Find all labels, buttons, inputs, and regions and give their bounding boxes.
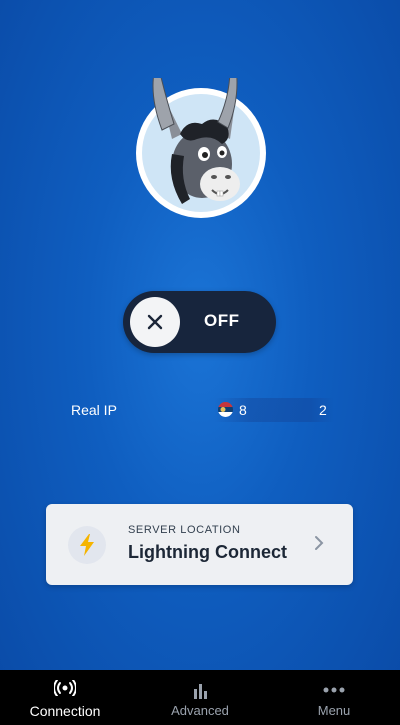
server-location-card[interactable]: SERVER LOCATION Lightning Connect — [46, 504, 353, 585]
lightning-bolt-icon — [80, 534, 94, 556]
lightning-bolt-badge — [68, 526, 106, 564]
donkey-ears-icon — [152, 78, 238, 131]
ip-value-start: 8 — [239, 402, 247, 418]
nav-label-connection: Connection — [29, 703, 101, 719]
more-dots-icon — [323, 687, 345, 693]
nav-label-advanced: Advanced — [171, 703, 229, 718]
connection-status-label: OFF — [204, 311, 240, 330]
mascot-avatar — [136, 78, 266, 218]
close-x-icon — [147, 314, 163, 330]
nav-item-menu[interactable]: Menu — [294, 670, 374, 725]
nav-item-advanced[interactable]: Advanced — [160, 670, 240, 725]
server-location-caption: SERVER LOCATION — [128, 524, 241, 536]
chevron-right-icon — [315, 536, 324, 550]
connection-toggle[interactable]: OFF — [123, 291, 276, 353]
nav-item-connection[interactable]: Connection — [20, 670, 110, 725]
bar-chart-icon — [194, 684, 207, 699]
toggle-knob[interactable] — [130, 297, 180, 347]
signal-broadcast-icon — [54, 680, 76, 696]
server-location-name: Lightning Connect — [128, 542, 287, 562]
ip-value: 8 2 — [214, 398, 334, 422]
ip-info-row: Real IP 8 2 — [0, 396, 400, 426]
bottom-nav: Connection Advanced Menu — [0, 670, 400, 725]
nav-label-menu: Menu — [317, 703, 351, 718]
ip-label: Real IP — [71, 402, 117, 418]
ip-value-end: 2 — [319, 402, 327, 418]
serbia-flag-icon — [218, 402, 233, 417]
